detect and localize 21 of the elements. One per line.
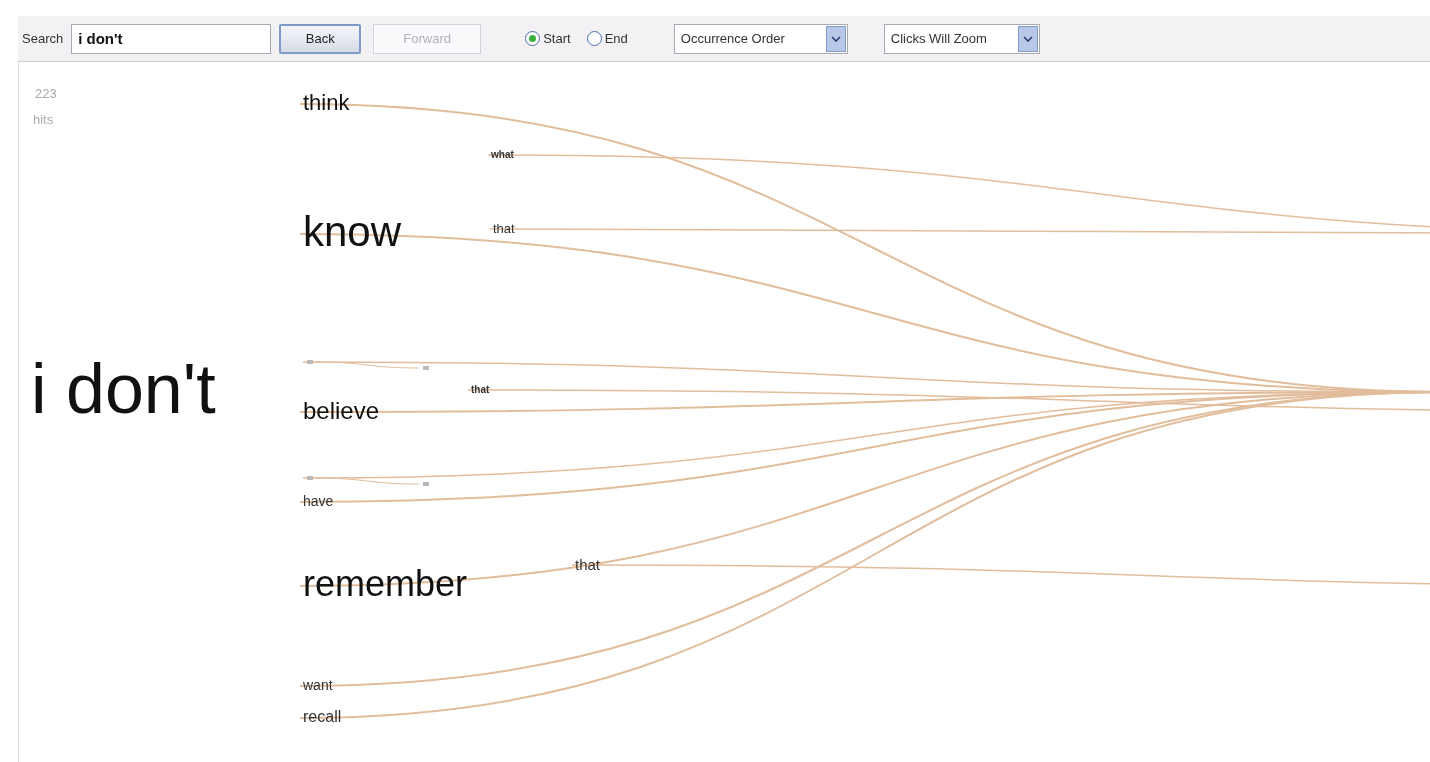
tree-word[interactable]: think [303,91,350,114]
tree-word[interactable]: remember [303,566,468,603]
tree-word[interactable]: i don't [31,353,216,424]
tree-word[interactable]: believe [303,398,380,423]
radio-label: End [604,29,628,48]
back-button[interactable]: Back [279,23,362,54]
search-label: Search [22,29,64,48]
tree-word[interactable]: recall [303,709,342,726]
tree-word[interactable]: want [303,678,333,693]
tree-word[interactable]: have [303,494,334,509]
tree-word[interactable]: what [491,149,514,160]
dropdown[interactable]: Occurrence Order [673,23,848,54]
dropdown[interactable]: Clicks Will Zoom [883,23,1040,54]
hits-label: hits [33,111,54,129]
tree-word[interactable]: that [575,556,601,572]
tree-word[interactable]: that [471,384,490,395]
search-field[interactable]: i don't [71,23,272,54]
radio-label: Start [543,29,571,48]
tree-word[interactable]: know [303,210,402,253]
hit-count: 223 [35,85,57,103]
tree-word[interactable]: that [493,221,515,235]
